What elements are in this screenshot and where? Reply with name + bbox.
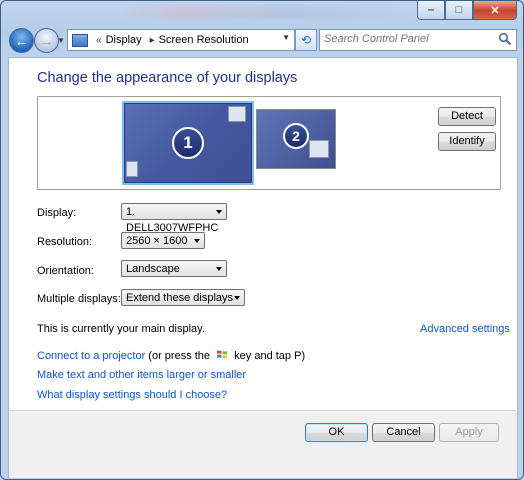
breadcrumb-display[interactable]: Display	[106, 34, 142, 46]
display-settings-help-link[interactable]: What display settings should I choose?	[37, 389, 227, 401]
advanced-settings-link[interactable]: Advanced settings	[420, 323, 510, 335]
forward-arrow-icon: →	[39, 32, 54, 49]
chevron-down-icon	[234, 296, 240, 300]
back-button[interactable]: ←	[9, 28, 34, 53]
refresh-button[interactable]: ⟲	[295, 29, 317, 51]
identify-button[interactable]: Identify	[438, 132, 496, 151]
breadcrumb-screen-resolution[interactable]: Screen Resolution	[159, 34, 249, 46]
recent-pages-dropdown-icon[interactable]: ▼	[57, 36, 65, 45]
chevron-down-icon	[216, 267, 222, 271]
screen-resolution-window: ‒ □ ✕ ← → ▼ « Display ▸ Screen Resolutio…	[0, 0, 524, 480]
dialog-footer: OK Cancel Apply	[9, 411, 517, 478]
main-display-note: This is currently your main display.	[37, 323, 205, 335]
back-arrow-icon: ←	[14, 32, 29, 49]
display-arrangement-preview: 1 2 Detect Identify	[37, 96, 501, 190]
projector-hint-start: (or press the	[148, 350, 211, 362]
multiple-displays-label: Multiple displays:	[37, 293, 121, 305]
search-box[interactable]	[319, 29, 517, 51]
monitor-2-number: 2	[283, 123, 309, 149]
chevron-down-icon	[194, 239, 200, 243]
apply-button[interactable]: Apply	[439, 423, 499, 442]
windows-logo-icon	[217, 350, 228, 359]
monitor-2[interactable]: 2	[256, 109, 336, 169]
multiple-displays-select[interactable]: Extend these displays	[121, 289, 245, 306]
projector-line: Connect to a projector (or press the key…	[37, 349, 305, 362]
desktop-window-icon	[228, 106, 246, 122]
resolution-select-value: 2560 × 1600	[126, 235, 188, 247]
detect-button[interactable]: Detect	[438, 107, 496, 126]
maximize-button[interactable]: □	[445, 1, 473, 20]
content-pane: Change the appearance of your displays 1…	[8, 57, 518, 478]
orientation-select-value: Landscape	[126, 263, 180, 275]
page-title: Change the appearance of your displays	[37, 70, 298, 86]
desktop-shortcut-icon	[126, 161, 138, 177]
text-size-link[interactable]: Make text and other items larger or smal…	[37, 369, 246, 381]
blurred-title	[121, 5, 411, 19]
breadcrumb-overflow[interactable]: «	[96, 35, 102, 46]
minimize-button[interactable]: ‒	[417, 1, 445, 20]
chevron-down-icon	[216, 210, 222, 214]
ok-button[interactable]: OK	[305, 423, 368, 442]
display-select[interactable]: 1. DELL3007WFPHC	[121, 203, 227, 234]
search-input[interactable]	[320, 30, 498, 48]
display-label: Display:	[37, 207, 77, 219]
orientation-select[interactable]: Landscape	[121, 260, 227, 277]
close-button[interactable]: ✕	[473, 1, 517, 20]
control-panel-icon	[72, 33, 88, 47]
multiple-displays-select-value: Extend these displays	[126, 292, 234, 304]
orientation-label: Orientation:	[37, 265, 94, 277]
resolution-label: Resolution:	[37, 236, 93, 248]
cancel-button[interactable]: Cancel	[372, 423, 435, 442]
projector-hint-end: key and tap P)	[234, 350, 306, 362]
refresh-icon: ⟲	[300, 33, 312, 47]
breadcrumb-separator-icon[interactable]: ▸	[150, 35, 155, 46]
navigation-bar: ← → ▼ « Display ▸ Screen Resolution ▼ ⟲	[1, 26, 523, 56]
resolution-select[interactable]: 2560 × 1600	[121, 232, 205, 249]
monitor-1[interactable]: 1	[122, 101, 254, 185]
address-bar[interactable]: « Display ▸ Screen Resolution ▼	[67, 29, 295, 51]
desktop-calculator-icon	[309, 140, 329, 158]
address-dropdown-icon[interactable]: ▼	[282, 33, 290, 42]
forward-button[interactable]: →	[34, 28, 59, 53]
connect-projector-link[interactable]: Connect to a projector	[37, 350, 145, 362]
title-bar: ‒ □ ✕	[1, 1, 523, 25]
search-icon[interactable]	[498, 32, 512, 46]
monitor-1-number: 1	[172, 127, 204, 159]
display-select-value: 1. DELL3007WFPHC	[126, 206, 219, 234]
